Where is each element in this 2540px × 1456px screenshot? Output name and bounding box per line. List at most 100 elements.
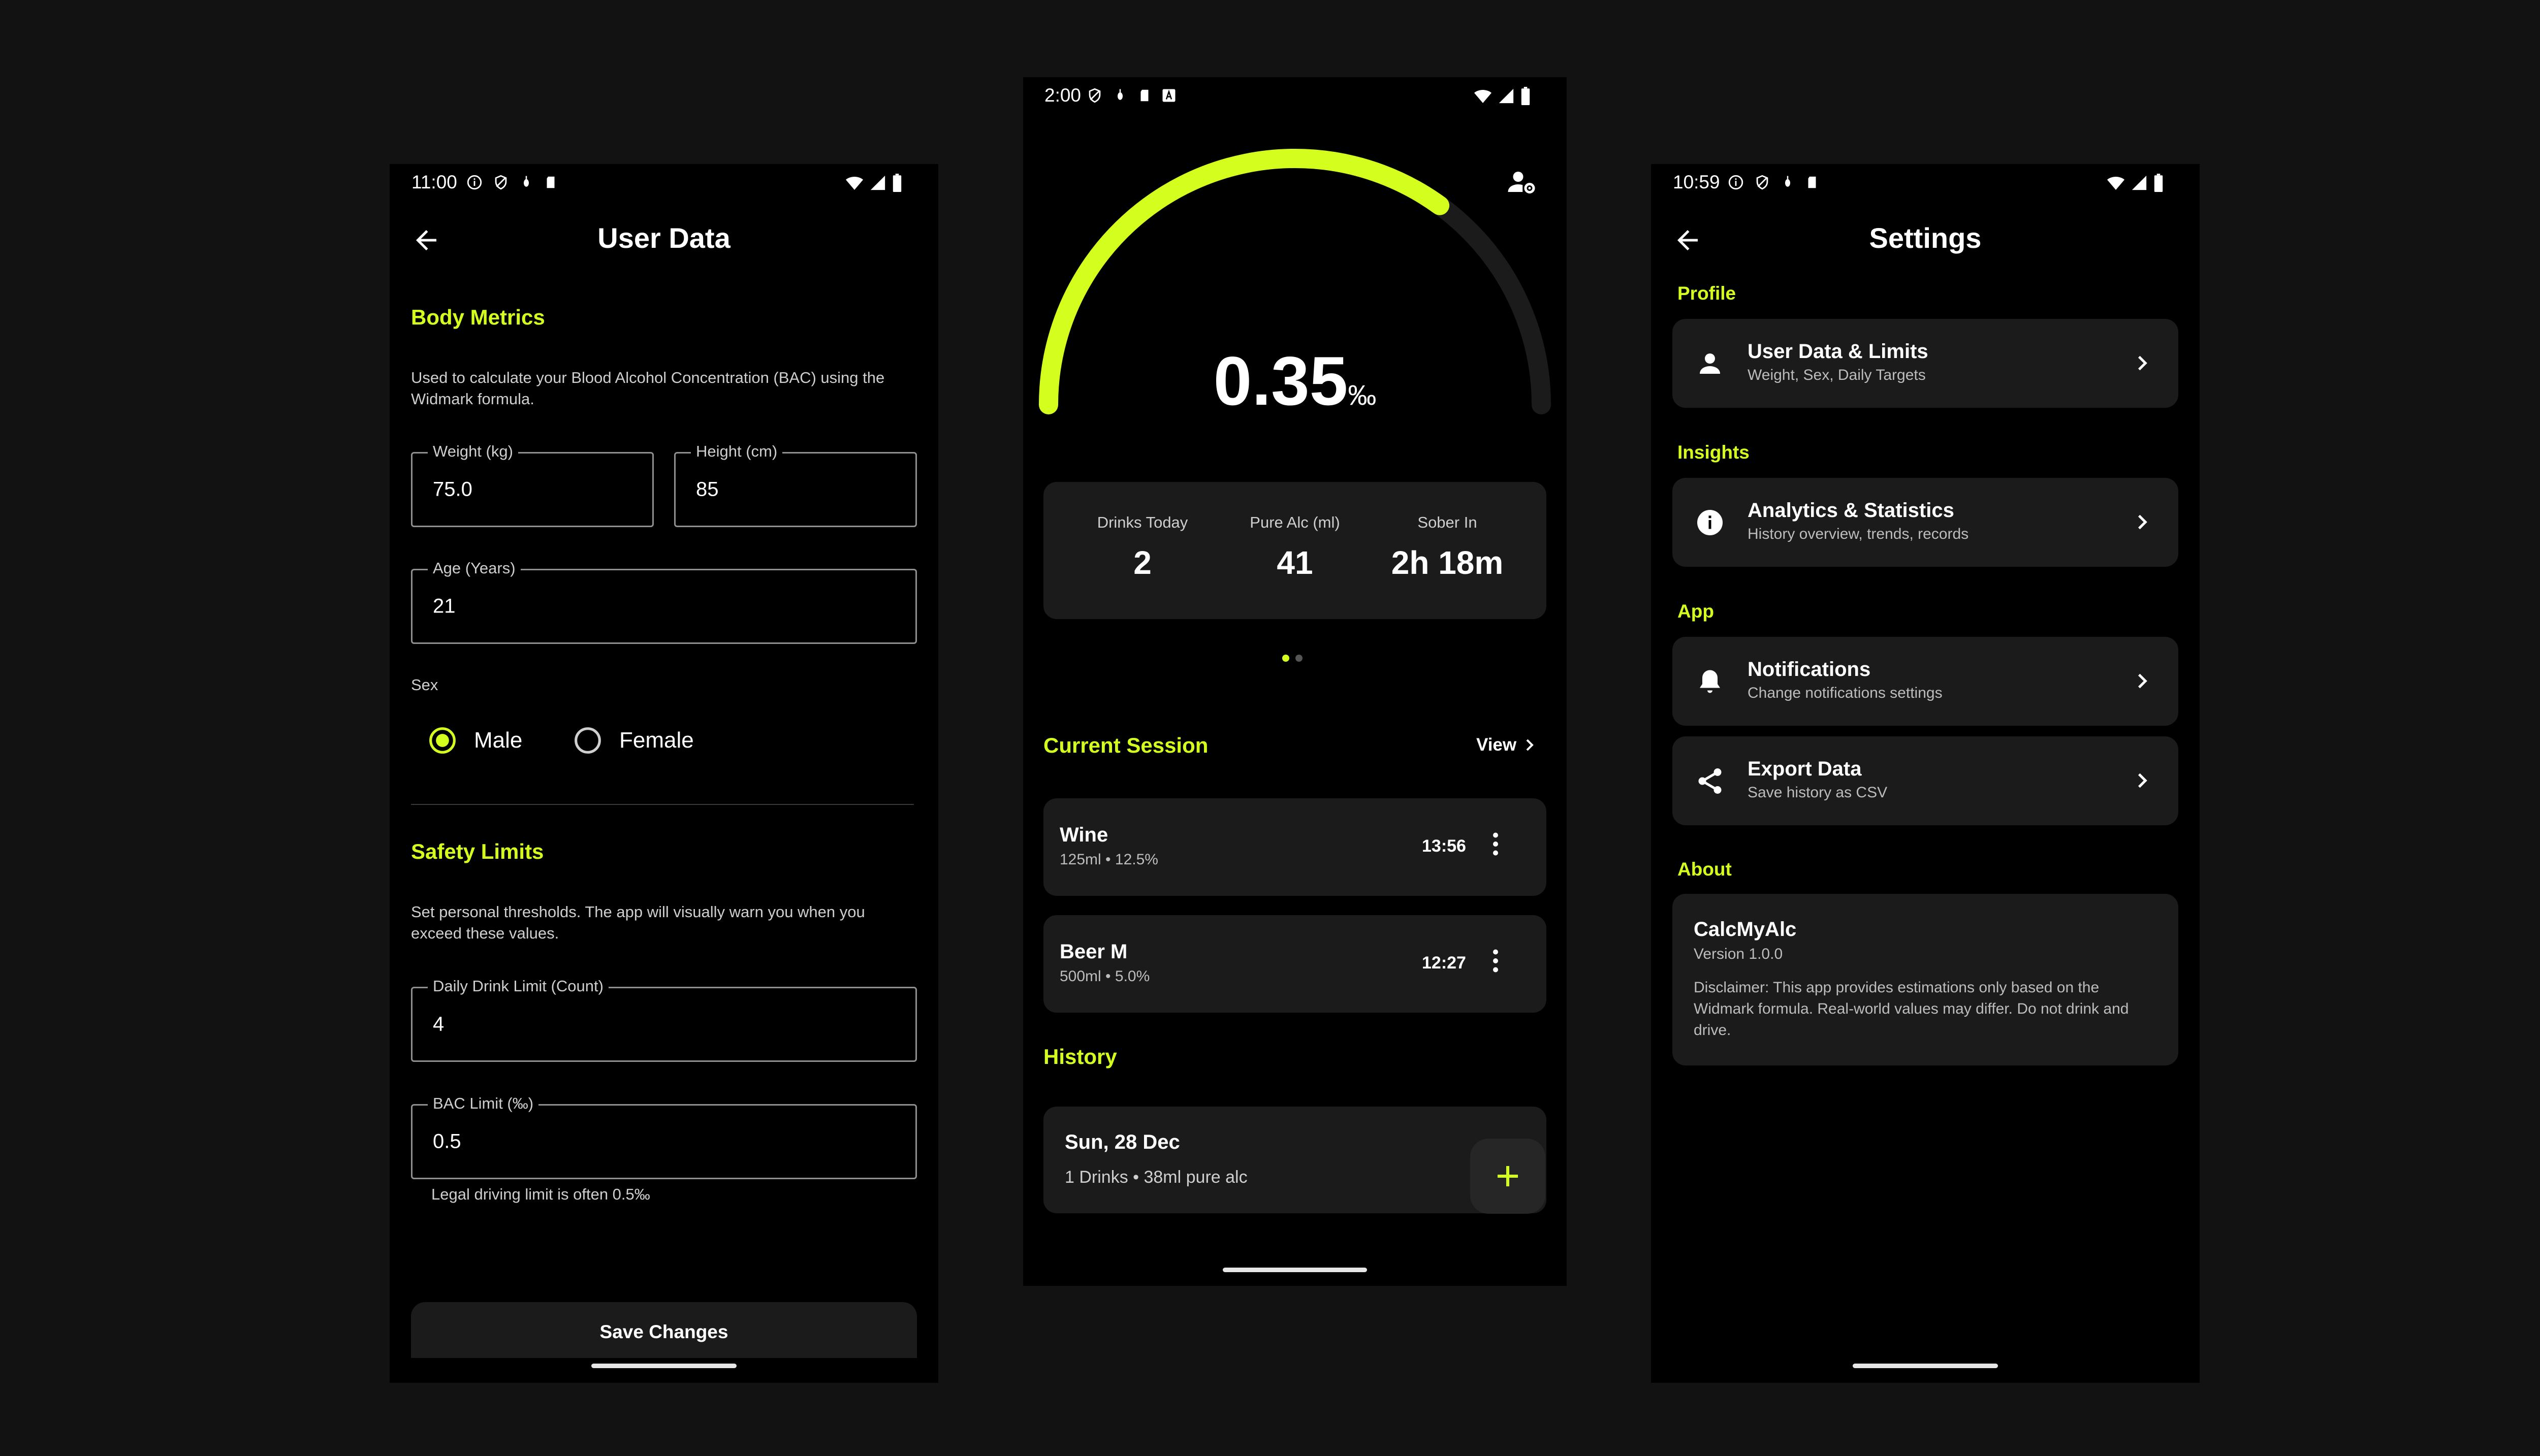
more-vert-icon: [1493, 949, 1498, 973]
status-icons-right: [2106, 174, 2164, 192]
sd-card-status-icon: [1808, 176, 1816, 188]
chevron-right-icon: [2138, 355, 2147, 371]
page-title: User Data: [597, 222, 731, 254]
status-icons-left: [466, 174, 558, 191]
sd-card-status-icon: [547, 176, 555, 188]
bac-limit-label: BAC Limit (‰): [428, 1094, 539, 1113]
drink-menu-button[interactable]: [1480, 829, 1511, 862]
height-label: Height (cm): [691, 442, 783, 461]
body-metrics-description: Used to calculate your Blood Alcohol Con…: [411, 369, 885, 408]
item-title: Analytics & Statistics: [1748, 499, 1954, 522]
export-data-item[interactable]: Export Data Save history as CSV: [1672, 736, 2178, 825]
section-insights: Insights: [1677, 442, 1750, 463]
history-heading: History: [1043, 1045, 1117, 1069]
current-session-heading: Current Session: [1043, 733, 1209, 757]
status-time: 2:00: [1044, 85, 1082, 106]
radio-unselected-icon: [575, 727, 601, 754]
status-icons-left: [1086, 87, 1177, 104]
debug-status-icon: [524, 176, 529, 187]
sex-option-male-label: Male: [474, 728, 523, 753]
view-session-button[interactable]: View: [1476, 735, 1540, 755]
age-label: Age (Years): [428, 559, 521, 577]
page-title: Settings: [1869, 222, 1982, 254]
plus-icon: [1498, 1166, 1518, 1186]
notifications-item[interactable]: Notifications Change notifications setti…: [1672, 637, 2178, 726]
battery-icon: [1521, 87, 1530, 105]
item-subtitle: Change notifications settings: [1748, 685, 1943, 701]
history-summary: 1 Drinks • 38ml pure alc: [1065, 1168, 1248, 1187]
daily-limit-label: Daily Drink Limit (Count): [428, 977, 609, 995]
bac-value: 0.35: [1213, 342, 1348, 419]
bac-readout: 0.35‰: [1023, 341, 1567, 420]
safety-limits-description: Set personal thresholds. The app will vi…: [411, 903, 865, 942]
item-title: Notifications: [1748, 658, 1871, 681]
daily-limit-value: 4: [433, 1013, 444, 1036]
page-indicator[interactable]: [1282, 655, 1303, 662]
settings-screen: 10:59 Settings Profile User Data & Limit…: [1651, 164, 2200, 1383]
status-icons-left: [1727, 174, 1820, 191]
app-version: Version 1.0.0: [1694, 946, 1783, 962]
disclaimer-text: Disclaimer: This app provides estimation…: [1694, 979, 2129, 1039]
drink-item[interactable]: Beer M 500ml • 5.0% 12:27: [1043, 915, 1546, 1013]
sex-option-male[interactable]: Male: [428, 726, 522, 755]
drink-menu-button[interactable]: [1480, 946, 1511, 979]
user-data-limits-item[interactable]: User Data & Limits Weight, Sex, Daily Ta…: [1672, 319, 2178, 408]
shield-status-icon: [495, 175, 507, 190]
home-indicator[interactable]: [1223, 1268, 1367, 1272]
daily-limit-field[interactable]: Daily Drink Limit (Count) 4: [411, 977, 917, 1062]
sex-label: Sex: [411, 676, 438, 694]
user-data-screen: 11:00 User Data Body Metrics Used to cal…: [390, 164, 938, 1383]
page-dot-active: [1282, 655, 1289, 662]
sex-option-female[interactable]: Female: [574, 726, 694, 755]
chevron-right-icon: [2138, 514, 2147, 530]
drink-detail: 125ml • 12.5%: [1060, 851, 1158, 868]
save-changes-label: Save Changes: [599, 1321, 728, 1342]
section-about: About: [1677, 859, 1732, 880]
drink-time: 12:27: [1422, 953, 1466, 973]
history-date: Sun, 28 Dec: [1065, 1131, 1180, 1153]
weight-field[interactable]: Weight (kg) 75.0: [411, 442, 654, 527]
weight-value: 75.0: [433, 478, 472, 501]
stat-sober-in: Sober In 2h 18m: [1348, 513, 1546, 581]
home-indicator[interactable]: [1853, 1364, 1998, 1368]
chevron-right-icon: [2138, 773, 2147, 788]
signal-icon: [2132, 175, 2147, 190]
bac-limit-helper: Legal driving limit is often 0.5‰: [431, 1185, 650, 1203]
stats-card: Drinks Today 2 Pure Alc (ml) 41 Sober In…: [1043, 482, 1546, 619]
body-metrics-heading: Body Metrics: [411, 305, 545, 329]
bac-gauge: [1039, 149, 1551, 414]
divider: [411, 804, 914, 805]
height-value: 85: [696, 478, 719, 501]
analytics-statistics-item[interactable]: Analytics & Statistics History overview,…: [1672, 478, 2178, 567]
info-status-icon: [1728, 175, 1743, 190]
safety-limits-heading: Safety Limits: [411, 839, 544, 863]
height-field[interactable]: Height (cm) 85: [674, 442, 917, 527]
section-profile: Profile: [1677, 283, 1736, 304]
bac-unit: ‰: [1348, 379, 1377, 411]
signal-icon: [870, 175, 885, 190]
more-vert-icon: [1493, 832, 1498, 856]
status-time: 10:59: [1673, 172, 1720, 192]
drink-item[interactable]: Wine 125ml • 12.5% 13:56: [1043, 798, 1546, 896]
person-icon: [1700, 353, 1720, 374]
add-drink-button[interactable]: [1470, 1139, 1545, 1214]
item-subtitle: Save history as CSV: [1748, 784, 1888, 801]
drink-time: 13:56: [1422, 836, 1466, 856]
age-field[interactable]: Age (Years) 21: [411, 559, 917, 644]
shield-status-icon: [1089, 88, 1101, 103]
font-status-icon: [1162, 89, 1176, 102]
bac-limit-field[interactable]: BAC Limit (‰) 0.5: [411, 1094, 917, 1179]
info-icon: [1697, 510, 1723, 535]
save-changes-button[interactable]: Save Changes: [411, 1302, 917, 1358]
weight-label: Weight (kg): [428, 442, 518, 461]
item-subtitle: Weight, Sex, Daily Targets: [1748, 367, 1926, 383]
home-indicator[interactable]: [591, 1364, 737, 1368]
sd-card-status-icon: [1140, 89, 1149, 102]
view-label: View: [1476, 735, 1517, 755]
drink-detail: 500ml • 5.0%: [1060, 968, 1150, 985]
item-subtitle: History overview, trends, records: [1748, 526, 1969, 542]
chevron-right-icon: [2138, 673, 2147, 689]
debug-status-icon: [1118, 89, 1123, 100]
status-icons-right: [1473, 87, 1531, 105]
status-icons-right: [845, 174, 903, 192]
